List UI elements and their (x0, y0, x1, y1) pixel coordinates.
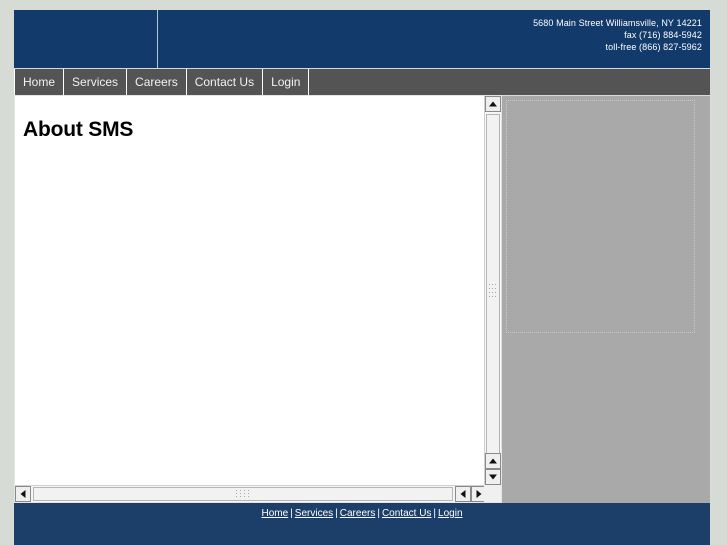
horizontal-scrollbar[interactable] (15, 485, 501, 502)
scroll-down-button[interactable] (485, 469, 501, 485)
contact-tollfree: toll-free (866) 827-5962 (605, 42, 702, 52)
scroll-left-button[interactable] (15, 486, 31, 502)
sidebar-image-placeholder (506, 100, 695, 333)
content-frame: About SMS (14, 95, 502, 503)
footer-link-careers[interactable]: Careers (340, 508, 376, 519)
site-logo[interactable] (14, 10, 158, 68)
footer-link-contact-us[interactable]: Contact Us (382, 508, 431, 519)
footer-link-home[interactable]: Home (262, 508, 289, 519)
triangle-left-icon (460, 490, 466, 498)
sidebar-panel (502, 96, 710, 511)
vertical-scrollbar[interactable] (484, 96, 501, 486)
main-navigation: Home Services Careers Contact Us Login (14, 69, 710, 95)
contact-fax: fax (716) 884-5942 (624, 30, 702, 40)
site-footer: Home | Services | Careers | Contact Us | Login (14, 503, 710, 545)
nav-item-login[interactable]: Login (263, 69, 310, 95)
nav-item-careers[interactable]: Careers (127, 69, 187, 95)
footer-links: Home | Services | Careers | Contact Us | Login (14, 503, 710, 519)
scroll-up-button[interactable] (485, 96, 501, 112)
grip-dots-icon (489, 284, 497, 298)
triangle-up-icon (489, 101, 497, 107)
triangle-left-icon (20, 490, 26, 498)
page-root: 5680 Main Street Williamsville, NY 14221… (0, 0, 727, 545)
triangle-right-icon (476, 490, 482, 498)
scroll-up-button-bottom[interactable] (485, 453, 501, 469)
vertical-scrollbar-thumb[interactable] (486, 114, 500, 468)
site-header: 5680 Main Street Williamsville, NY 14221… (14, 10, 710, 68)
triangle-up-icon (489, 458, 497, 464)
vertical-scrollbar-track[interactable] (485, 96, 501, 486)
horizontal-scrollbar-thumb[interactable] (33, 487, 453, 501)
scrollbar-corner (484, 485, 501, 502)
footer-link-login[interactable]: Login (438, 508, 462, 519)
header-contact-info: 5680 Main Street Williamsville, NY 14221… (533, 17, 702, 53)
footer-link-services[interactable]: Services (295, 508, 333, 519)
content-body: About SMS (15, 96, 485, 486)
footer-separator: | (335, 508, 338, 519)
contact-address: 5680 Main Street Williamsville, NY 14221 (533, 18, 702, 28)
nav-item-home[interactable]: Home (14, 69, 65, 95)
page-title: About SMS (23, 118, 134, 141)
scroll-left-button-end[interactable] (455, 486, 471, 502)
grip-dots-icon (236, 490, 250, 498)
nav-item-services[interactable]: Services (64, 69, 128, 95)
triangle-down-icon (489, 474, 497, 480)
footer-separator: | (377, 508, 380, 519)
footer-separator: | (290, 508, 293, 519)
nav-item-contact-us[interactable]: Contact Us (187, 69, 264, 95)
